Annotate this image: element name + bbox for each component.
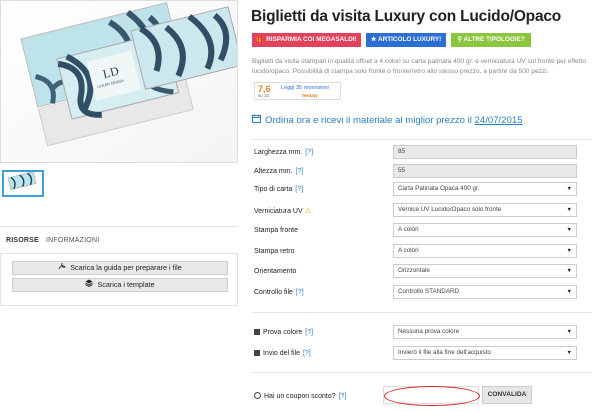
layers-icon: [85, 279, 94, 291]
feedaty-logo: feedaty: [302, 93, 318, 98]
product-image[interactable]: LD LUXURY DESIGN: [0, 0, 238, 163]
product-title: Biglietti da visita Luxury con Lucido/Op…: [251, 8, 562, 25]
star-icon: ★: [370, 36, 377, 43]
divider: [252, 312, 592, 313]
info-icon: [254, 392, 261, 399]
file-upload-checkbox[interactable]: [254, 350, 260, 356]
download-guide-button[interactable]: Scarica la guida per preparare i file: [12, 261, 228, 275]
reviews-link[interactable]: Leggi 35 recensioni: [281, 85, 329, 91]
order-deadline: Ordina ora e ricevi il materiale al migl…: [252, 114, 523, 126]
orientation-select[interactable]: Orizzontale ▼: [393, 264, 577, 278]
feedaty-rating[interactable]: 7,6 su 10 Leggi 35 recensioni feedaty: [254, 82, 341, 100]
file-upload-label: Invio del file [?]: [254, 350, 311, 357]
color-proof-select[interactable]: Nessuna prova colore ▼: [393, 325, 577, 339]
chevron-down-icon: ▼: [566, 227, 572, 233]
back-print-label: Stampa retro: [254, 248, 295, 255]
file-upload-select[interactable]: Invierò il file alla fine dell'acquisto ▼: [393, 346, 577, 360]
divider: [252, 372, 592, 373]
tab-informazioni[interactable]: INFORMAZIONI: [46, 227, 99, 254]
help-link[interactable]: [?]: [295, 186, 303, 193]
chevron-down-icon: ▼: [566, 268, 572, 274]
color-proof-label: Prova colore [?]: [254, 329, 313, 336]
uv-varnish-label: Verniciatura UV ⚠: [254, 208, 311, 215]
help-link[interactable]: [?]: [296, 168, 304, 175]
paper-type-label: Tipo di carta [?]: [254, 186, 304, 193]
chevron-down-icon: ▼: [566, 186, 572, 192]
thumbnail-image[interactable]: [2, 170, 44, 197]
front-print-label: Stampa fronte: [254, 227, 298, 234]
chevron-down-icon: ▼: [566, 329, 572, 335]
search-icon: ⚲: [457, 36, 462, 43]
orientation-label: Orientamento: [254, 268, 297, 275]
uv-varnish-select[interactable]: Vernice UV Lucido/Opaco solo fronte ▼: [393, 203, 577, 217]
divider: [252, 139, 592, 140]
order-date: 24/07/2015: [474, 115, 523, 126]
luxury-badge[interactable]: ★ ARTICOLO LUXURY!: [366, 33, 446, 47]
other-types-label: ALTRE TIPOLOGIE?: [463, 36, 525, 43]
chevron-down-icon: ▼: [566, 350, 572, 356]
megasaldi-label: RISPARMIA COI MEGASALDI!: [266, 36, 357, 43]
chevron-down-icon: ▼: [566, 289, 572, 295]
download-template-label: Scarica i template: [97, 280, 155, 289]
download-guide-label: Scarica la guida per preparare i file: [70, 263, 182, 272]
product-description: Biglietti da visita stampati in qualità …: [252, 58, 587, 75]
calendar-icon: [252, 114, 262, 125]
download-template-button[interactable]: Scarica i template: [12, 278, 228, 292]
help-link[interactable]: [?]: [303, 350, 311, 357]
resources-panel: Scarica la guida per preparare i file Sc…: [0, 254, 238, 306]
validate-coupon-button[interactable]: CONVALIDA: [482, 386, 532, 404]
height-field: 55: [393, 164, 577, 178]
luxury-label: ARTICOLO LUXURY!: [377, 36, 442, 43]
help-link[interactable]: [?]: [305, 149, 313, 156]
color-proof-checkbox[interactable]: [254, 329, 260, 335]
chevron-down-icon: ▼: [566, 207, 572, 213]
front-print-select[interactable]: A colori ▼: [393, 223, 577, 237]
file-check-label: Controllo file [?]: [254, 289, 304, 296]
help-link[interactable]: [?]: [296, 289, 304, 296]
order-text: Ordina ora e ricevi il materiale al migl…: [265, 115, 472, 126]
chevron-down-icon: ▼: [566, 248, 572, 254]
gift-icon: 🎁: [256, 36, 265, 43]
back-print-select[interactable]: A colori ▼: [393, 244, 577, 258]
pdf-icon: [58, 262, 67, 274]
file-check-select[interactable]: Controllo STANDARD ▼: [393, 285, 577, 299]
highlight-circle: [384, 386, 480, 406]
width-field: 85: [393, 145, 577, 159]
help-link[interactable]: [?]: [339, 393, 347, 400]
width-label: Larghezza mm. [?]: [254, 149, 314, 156]
paper-type-select[interactable]: Carta Patinata Opaca 400 gr. ▼: [393, 182, 577, 196]
coupon-label: Hai un coupon sconto? [?]: [254, 392, 346, 400]
height-label: Altezza mm. [?]: [254, 168, 304, 175]
tab-risorse[interactable]: RISORSE: [6, 227, 39, 254]
rating-scale: su 10: [258, 93, 270, 98]
other-types-badge[interactable]: ⚲ ALTRE TIPOLOGIE?: [451, 33, 531, 47]
product-gallery: LD LUXURY DESIGN RISORSE INFORMAZIONI Sc…: [0, 0, 238, 412]
megasaldi-badge[interactable]: 🎁 RISPARMIA COI MEGASALDI!: [252, 33, 361, 47]
resource-tabs: RISORSE INFORMAZIONI: [0, 226, 238, 254]
help-link[interactable]: [?]: [305, 329, 313, 336]
warning-icon: ⚠: [304, 208, 311, 215]
